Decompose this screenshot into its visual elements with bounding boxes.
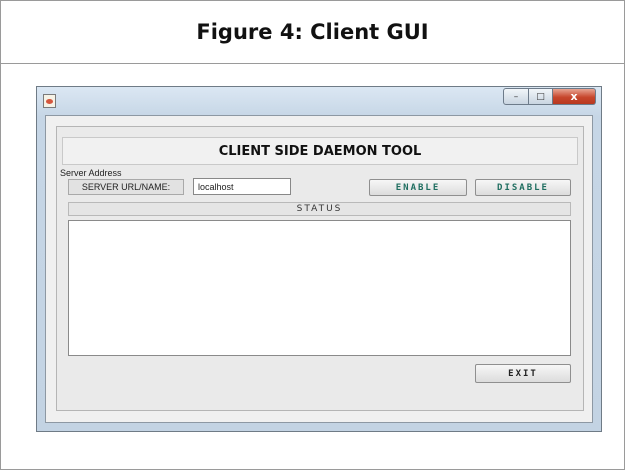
exit-button[interactable]: EXIT xyxy=(475,364,571,383)
server-address-label: Server Address xyxy=(60,168,122,178)
status-text-area[interactable] xyxy=(68,220,571,356)
close-icon[interactable]: x xyxy=(553,88,596,105)
figure-caption: Figure 4: Client GUI xyxy=(1,1,624,64)
window-titlebar[interactable]: – □ x xyxy=(37,87,601,115)
maximize-icon[interactable]: □ xyxy=(529,88,553,105)
java-app-icon xyxy=(43,94,56,108)
server-url-label: SERVER URL/NAME: xyxy=(68,179,184,195)
application-window: – □ x CLIENT SIDE DAEMON TOOL Server Add… xyxy=(36,86,602,432)
enable-button[interactable]: ENABLE xyxy=(369,179,467,196)
disable-button[interactable]: DISABLE xyxy=(475,179,571,196)
window-controls: – □ x xyxy=(503,88,596,105)
tool-title: CLIENT SIDE DAEMON TOOL xyxy=(62,137,578,165)
status-header: STATUS xyxy=(68,202,571,216)
window-client-area: CLIENT SIDE DAEMON TOOL Server Address S… xyxy=(45,115,593,423)
tool-panel: CLIENT SIDE DAEMON TOOL Server Address S… xyxy=(56,126,584,411)
minimize-icon[interactable]: – xyxy=(503,88,529,105)
server-url-input[interactable] xyxy=(193,178,291,195)
